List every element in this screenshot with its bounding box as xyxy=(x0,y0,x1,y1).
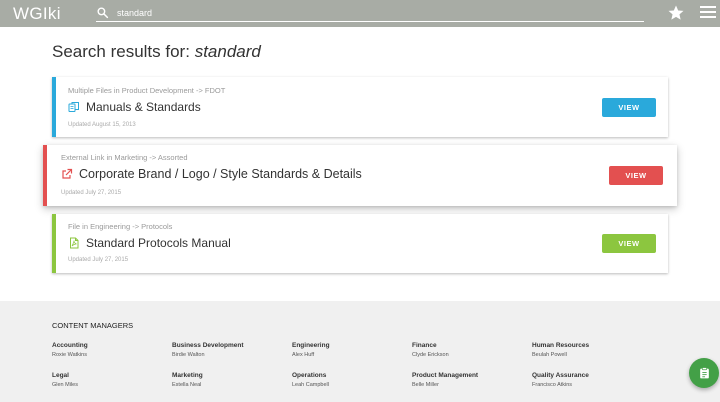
result-meta: External Link in Marketing -> Assorted xyxy=(61,153,188,162)
manager-name[interactable]: Birdie Walton xyxy=(172,352,244,358)
manager-entry: Marketing Estella Neal xyxy=(172,372,203,388)
clipboard-fab-button[interactable] xyxy=(689,358,719,388)
result-meta: Multiple Files in Product Development ->… xyxy=(68,86,226,95)
manager-dept: Product Management xyxy=(412,372,479,379)
files-icon xyxy=(68,102,79,112)
result-title[interactable]: Corporate Brand / Logo / Style Standards… xyxy=(79,167,362,181)
result-updated: Updated August 15, 2013 xyxy=(68,122,136,128)
result-card[interactable]: File in Engineering -> Protocols Standar… xyxy=(52,214,668,273)
result-card[interactable]: External Link in Marketing -> Assorted C… xyxy=(43,145,677,206)
view-button[interactable]: VIEW xyxy=(602,234,656,253)
star-icon[interactable] xyxy=(667,4,685,22)
manager-dept: Legal xyxy=(52,372,69,379)
results-heading-prefix: Search results for: xyxy=(52,42,190,61)
result-title-row: Corporate Brand / Logo / Style Standards… xyxy=(61,167,362,181)
result-title[interactable]: Standard Protocols Manual xyxy=(86,236,231,250)
result-title-row: Manuals & Standards xyxy=(68,100,201,114)
external-link-icon xyxy=(62,168,73,179)
manager-name[interactable]: Glen Miles xyxy=(52,382,78,388)
manager-dept: Accounting xyxy=(52,342,88,349)
result-updated: Updated July 27, 2015 xyxy=(68,257,129,263)
manager-dept: Human Resources xyxy=(532,342,590,349)
result-meta: File in Engineering -> Protocols xyxy=(68,222,173,231)
manager-entry: Business Development Birdie Walton xyxy=(172,342,244,358)
manager-dept: Business Development xyxy=(172,342,244,349)
manager-entry: Accounting Roxie Watkins xyxy=(52,342,88,358)
page-title: Search results for: standard xyxy=(52,42,261,62)
search-input[interactable] xyxy=(117,5,637,20)
manager-entry: Human Resources Beulah Powell xyxy=(532,342,589,358)
manager-entry: Legal Glen Miles xyxy=(52,372,78,388)
manager-entry: Operations Leah Campbell xyxy=(292,372,329,388)
search-bar xyxy=(96,4,644,22)
top-bar: WGIki xyxy=(0,0,720,27)
content-managers-heading: CONTENT MANAGERS xyxy=(52,321,134,330)
manager-name[interactable]: Belle Miller xyxy=(412,382,478,388)
app-logo[interactable]: WGIki xyxy=(13,4,61,24)
manager-name[interactable]: Clyde Erickson xyxy=(412,352,449,358)
manager-dept: Finance xyxy=(412,342,437,349)
view-button[interactable]: VIEW xyxy=(602,98,656,117)
result-card[interactable]: Multiple Files in Product Development ->… xyxy=(52,77,668,137)
manager-dept: Marketing xyxy=(172,372,203,379)
manager-dept: Operations xyxy=(292,372,327,379)
manager-dept: Engineering xyxy=(292,342,330,349)
manager-name[interactable]: Leah Campbell xyxy=(292,382,329,388)
result-updated: Updated July 27, 2015 xyxy=(61,190,122,196)
manager-entry: Product Management Belle Miller xyxy=(412,372,478,388)
search-icon[interactable] xyxy=(96,6,109,19)
manager-entry: Engineering Alex Huff xyxy=(292,342,330,358)
manager-name[interactable]: Beulah Powell xyxy=(532,352,589,358)
manager-name[interactable]: Alex Huff xyxy=(292,352,330,358)
manager-name[interactable]: Estella Neal xyxy=(172,382,203,388)
view-button[interactable]: VIEW xyxy=(609,166,663,185)
footer: CONTENT MANAGERS Accounting Roxie Watkin… xyxy=(0,301,720,402)
clipboard-icon xyxy=(699,367,709,379)
manager-entry: Finance Clyde Erickson xyxy=(412,342,449,358)
manager-name[interactable]: Francisco Atkins xyxy=(532,382,589,388)
manager-dept: Quality Assurance xyxy=(532,372,589,379)
result-title-row: Standard Protocols Manual xyxy=(68,236,231,250)
pdf-file-icon xyxy=(70,237,79,249)
manager-entry: Quality Assurance Francisco Atkins xyxy=(532,372,589,388)
result-title[interactable]: Manuals & Standards xyxy=(86,100,201,114)
results-query: standard xyxy=(194,42,261,61)
manager-name[interactable]: Roxie Watkins xyxy=(52,352,88,358)
menu-icon[interactable] xyxy=(700,6,716,20)
